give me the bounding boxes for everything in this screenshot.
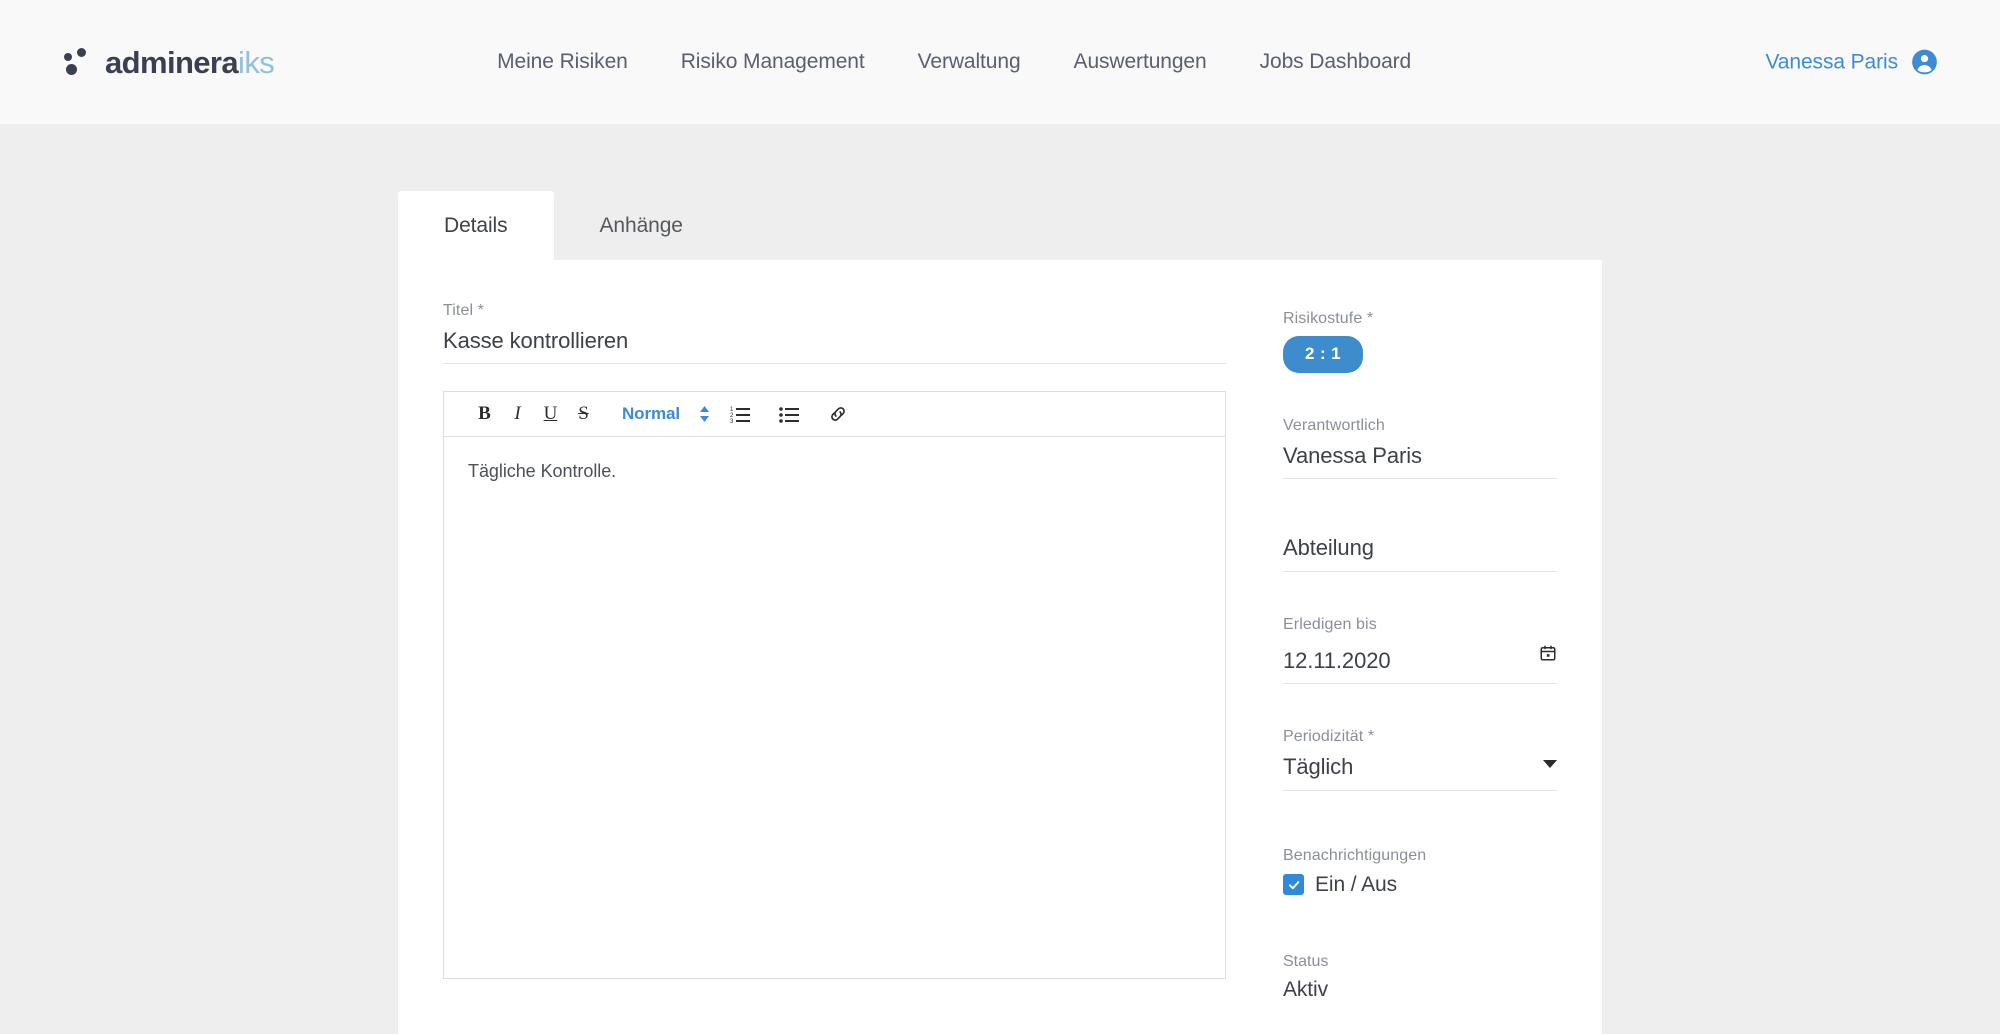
page-content: Details Anhänge Titel * Kasse kontrollie… bbox=[0, 191, 2000, 1034]
erledigen-bis-label: Erledigen bis bbox=[1283, 615, 1377, 633]
editor-toolbar: B I U S Normal 1 2 3 bbox=[444, 392, 1225, 438]
verantwortlich-label: Verantwortlich bbox=[1283, 417, 1385, 434]
tab-bar: Details Anhänge bbox=[398, 191, 2000, 260]
user-menu[interactable]: Vanessa Paris bbox=[1765, 49, 1938, 76]
titel-field: Titel * Kasse kontrollieren bbox=[443, 302, 1238, 365]
nav-item-verwaltung[interactable]: Verwaltung bbox=[918, 50, 1021, 74]
periodizitaet-value: Täglich bbox=[1283, 754, 1354, 780]
periodizitaet-label: Periodizität * bbox=[1283, 728, 1375, 746]
abteilung-field: Abteilung bbox=[1283, 535, 1557, 572]
rich-text-editor: B I U S Normal 1 2 3 Tägliche Kontrolle. bbox=[443, 391, 1226, 980]
titel-input[interactable]: Kasse kontrollieren bbox=[443, 328, 1226, 365]
spacer-after-erledigen-bis bbox=[1283, 706, 1557, 728]
risikostufe-badge[interactable]: 2 : 1 bbox=[1283, 336, 1364, 373]
risikostufe-label: Risikostufe * bbox=[1283, 310, 1374, 327]
main-navigation: Meine Risiken Risiko Management Verwaltu… bbox=[497, 50, 1411, 74]
account-circle-icon[interactable] bbox=[1911, 49, 1938, 76]
verantwortlich-field: Verantwortlich Vanessa Paris bbox=[1283, 417, 1557, 480]
nav-item-meine-risiken[interactable]: Meine Risiken bbox=[497, 50, 628, 74]
format-select[interactable]: Normal bbox=[622, 404, 710, 424]
benachrichtigungen-field: Benachrichtigungen Ein / Aus bbox=[1283, 847, 1557, 897]
chevron-down-icon[interactable] bbox=[1543, 759, 1557, 768]
periodizitaet-select[interactable]: Täglich bbox=[1283, 754, 1557, 791]
nav-item-auswertungen[interactable]: Auswertungen bbox=[1074, 50, 1207, 74]
spacer-after-periodizitaet bbox=[1283, 813, 1557, 847]
logo-brand: adminera bbox=[105, 44, 239, 80]
verantwortlich-input[interactable]: Vanessa Paris bbox=[1283, 443, 1557, 480]
nav-item-risiko-management[interactable]: Risiko Management bbox=[681, 50, 865, 74]
erledigen-bis-input[interactable]: 12.11.2020 bbox=[1283, 648, 1391, 674]
spacer-after-risikostufe bbox=[1283, 395, 1557, 417]
ordered-list-icon[interactable]: 1 2 3 bbox=[724, 398, 757, 431]
link-icon[interactable] bbox=[822, 398, 855, 431]
bullet-list-icon[interactable] bbox=[773, 398, 806, 431]
spacer-after-abteilung bbox=[1283, 594, 1557, 616]
erledigen-bis-field: Erledigen bis 12.11.2020 bbox=[1283, 615, 1557, 685]
status-field: Status Aktiv bbox=[1283, 953, 1557, 1002]
three-dots-icon bbox=[64, 47, 92, 77]
abteilung-input[interactable]: Abteilung bbox=[1283, 535, 1557, 572]
tab-anhaenge[interactable]: Anhänge bbox=[554, 191, 729, 260]
titel-label: Titel * bbox=[443, 302, 485, 319]
status-value: Aktiv bbox=[1283, 977, 1329, 1001]
editor-content[interactable]: Tägliche Kontrolle. bbox=[444, 437, 1225, 978]
app-logo[interactable]: admineraiks bbox=[64, 44, 275, 80]
underline-button[interactable]: U bbox=[534, 398, 567, 431]
risikostufe-field: Risikostufe * 2 : 1 bbox=[1283, 310, 1557, 373]
benachrichtigungen-row[interactable]: Ein / Aus bbox=[1283, 873, 1557, 897]
erledigen-bis-row: 12.11.2020 bbox=[1283, 642, 1557, 685]
up-down-arrows-icon bbox=[699, 406, 710, 423]
spacer-after-benachrichtigungen bbox=[1283, 919, 1557, 953]
svg-text:3: 3 bbox=[730, 419, 734, 423]
format-select-value: Normal bbox=[622, 404, 680, 424]
status-label: Status bbox=[1283, 952, 1329, 970]
logo-text: admineraiks bbox=[105, 44, 275, 80]
detail-card: Titel * Kasse kontrollieren B I U S Norm… bbox=[398, 260, 1602, 1034]
periodizitaet-field: Periodizität * Täglich bbox=[1283, 728, 1557, 791]
benachrichtigungen-label: Benachrichtigungen bbox=[1283, 846, 1427, 864]
calendar-icon[interactable] bbox=[1539, 642, 1557, 668]
italic-button[interactable]: I bbox=[501, 398, 534, 431]
card-left-column: Titel * Kasse kontrollieren B I U S Norm… bbox=[398, 286, 1238, 1024]
tab-details[interactable]: Details bbox=[398, 191, 554, 260]
spacer-after-verantwortlich bbox=[1283, 501, 1557, 535]
benachrichtigungen-checkbox[interactable] bbox=[1283, 874, 1304, 896]
bold-button[interactable]: B bbox=[468, 398, 501, 431]
user-name: Vanessa Paris bbox=[1765, 50, 1898, 73]
benachrichtigungen-checkbox-label: Ein / Aus bbox=[1315, 872, 1397, 896]
logo-suffix: iks bbox=[238, 44, 275, 80]
nav-item-jobs-dashboard[interactable]: Jobs Dashboard bbox=[1260, 50, 1412, 74]
app-header: admineraiks Meine Risiken Risiko Managem… bbox=[0, 0, 2000, 124]
strikethrough-button[interactable]: S bbox=[567, 398, 600, 431]
card-right-column: Risikostufe * 2 : 1 Verantwortlich Vanes… bbox=[1238, 286, 1602, 1024]
